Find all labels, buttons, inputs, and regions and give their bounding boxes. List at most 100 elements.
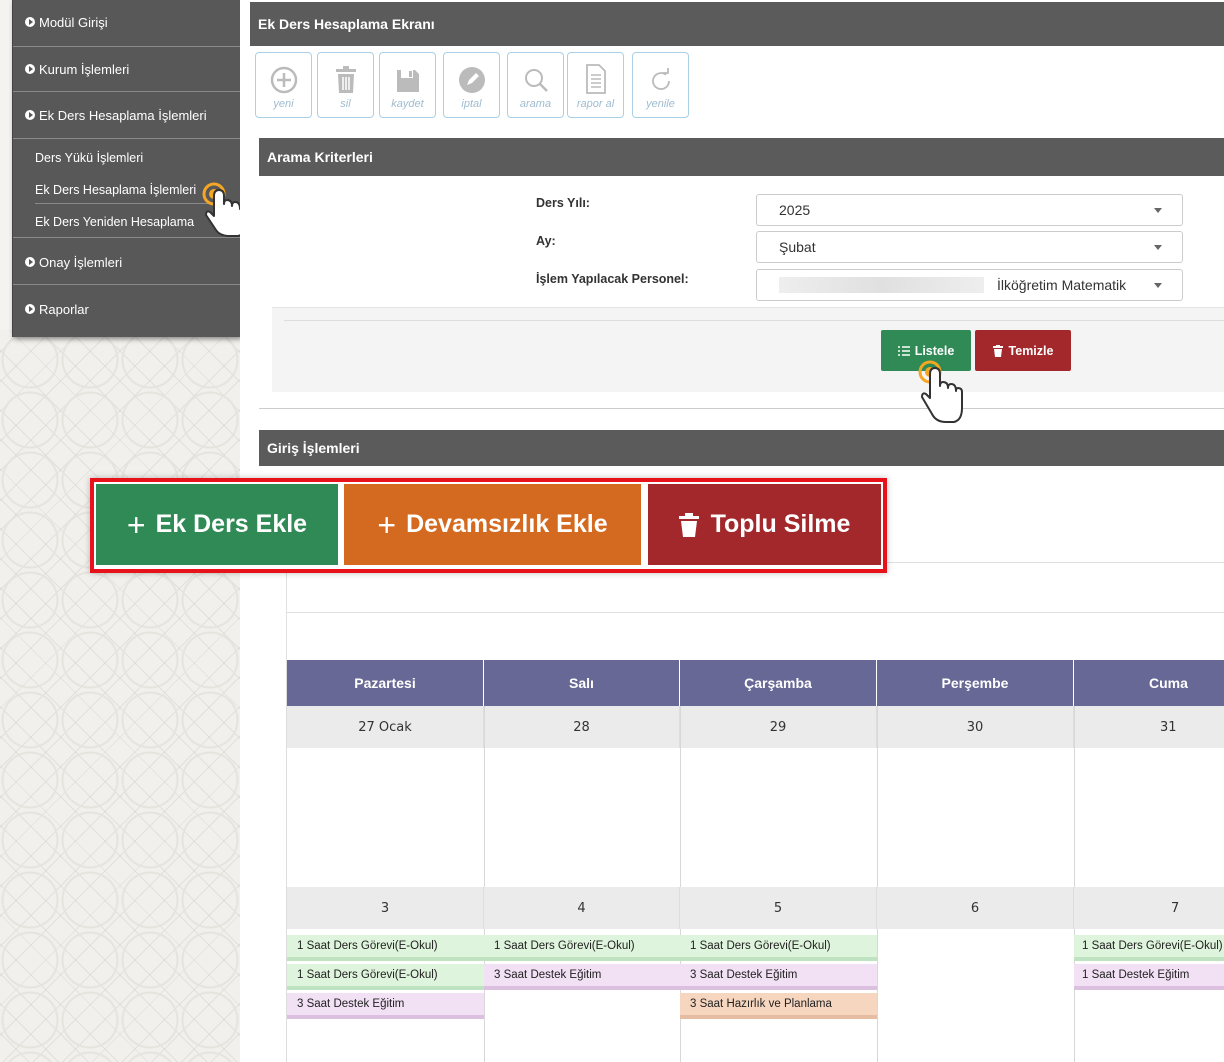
grid-line: [1074, 706, 1075, 1062]
arrow-circle-icon: [25, 64, 35, 74]
personnel-label: İşlem Yapılacak Personel:: [536, 272, 689, 286]
day-number[interactable]: 31: [1074, 706, 1224, 748]
day-number[interactable]: 6: [877, 887, 1074, 929]
calendar-event[interactable]: 1 Saat Ders Görevi(E-Okul): [287, 935, 484, 961]
calendar-event[interactable]: 3 Saat Destek Eğitim: [287, 993, 484, 1019]
save-button[interactable]: kaydet: [379, 52, 436, 118]
year-select[interactable]: 2025: [756, 194, 1183, 226]
page-title: Ek Ders Hesaplama Ekranı: [250, 2, 1224, 46]
day-number[interactable]: 7: [1074, 887, 1224, 929]
sidebar-item-ek-ders-hesaplama[interactable]: Ek Ders Hesaplama İşlemleri: [13, 92, 241, 138]
personnel-select[interactable]: İlköğretim Matematik: [756, 269, 1183, 301]
add-absence-button[interactable]: + Devamsızlık Ekle: [344, 484, 641, 565]
trash-icon: [678, 512, 699, 537]
search-icon: [524, 69, 548, 92]
add-absence-label: Devamsızlık Ekle: [406, 510, 608, 538]
divider: [284, 320, 1224, 321]
day-header-cuma: Cuma: [1074, 660, 1224, 706]
calendar-event[interactable]: 1 Saat Destek Eğitim: [1074, 964, 1224, 990]
background-pattern: [0, 330, 240, 1062]
add-extra-lesson-button[interactable]: + Ek Ders Ekle: [96, 484, 338, 565]
arrow-circle-icon: [25, 257, 35, 267]
year-select-value: 2025: [779, 202, 811, 218]
sidebar-item-raporlar[interactable]: Raporlar: [13, 286, 241, 332]
day-header-persembe: Perşembe: [877, 660, 1074, 706]
trash-icon: [992, 344, 1003, 357]
calendar-event[interactable]: 1 Saat Ders Görevi(E-Okul): [287, 964, 484, 990]
list-icon: [897, 345, 910, 356]
sidebar-item-label: Onay İşlemleri: [39, 254, 123, 270]
grid-line: [877, 706, 878, 1062]
divider: [286, 612, 1224, 613]
divider: [13, 284, 241, 285]
calendar-event[interactable]: 3 Saat Destek Eğitim: [680, 964, 877, 990]
delete-button-label: sil: [340, 98, 351, 110]
day-header-pazartesi: Pazartesi: [287, 660, 484, 706]
day-number[interactable]: 27 Ocak: [287, 706, 484, 748]
screen: Modül Girişi Kurum İşlemleri Ek Ders Hes…: [0, 0, 1224, 1062]
bulk-delete-label: Toplu Silme: [710, 510, 851, 538]
delete-button[interactable]: sil: [317, 52, 374, 118]
arrow-circle-icon: [25, 304, 35, 314]
pointer-hand-icon: [918, 360, 963, 423]
day-header-carsamba: Çarşamba: [680, 660, 877, 706]
year-label: Ders Yılı:: [536, 196, 590, 210]
calendar-event[interactable]: 1 Saat Ders Görevi(E-Okul): [680, 935, 877, 961]
day-number[interactable]: 3: [287, 887, 484, 929]
cancel-button-label: iptal: [461, 98, 482, 110]
calendar-event[interactable]: 3 Saat Destek Eğitim: [484, 964, 680, 990]
cancel-button[interactable]: iptal: [443, 52, 500, 118]
sidebar-item-onay-islemleri[interactable]: Onay İşlemleri: [13, 240, 241, 284]
list-button-label: Listele: [914, 343, 955, 358]
document-icon: [585, 64, 606, 94]
report-button-label: rapor al: [576, 98, 615, 110]
sidebar-item-label: Modül Girişi: [39, 14, 108, 30]
sidebar-item-modul-girisi[interactable]: Modül Girişi: [13, 0, 241, 44]
day-header-sali: Salı: [484, 660, 680, 706]
personnel-select-value: İlköğretim Matematik: [997, 277, 1127, 293]
refresh-icon: [651, 68, 670, 90]
month-select-value: Şubat: [779, 239, 816, 255]
caret-down-icon: [1154, 245, 1162, 250]
refresh-button[interactable]: yenile: [632, 52, 689, 118]
calendar-event[interactable]: 1 Saat Ders Görevi(E-Okul): [484, 935, 680, 961]
sidebar-subitem-ders-yuku[interactable]: Ders Yükü İşlemleri: [13, 151, 241, 165]
plus-icon: +: [126, 506, 146, 543]
caret-down-icon: [1154, 208, 1162, 213]
month-label: Ay:: [536, 234, 556, 248]
sidebar: Modül Girişi Kurum İşlemleri Ek Ders Hes…: [12, 0, 241, 337]
grid-line: [484, 706, 485, 1062]
calendar-event[interactable]: 1 Saat Ders Görevi(E-Okul): [1074, 935, 1224, 961]
clear-button-label: Temizle: [1008, 343, 1054, 358]
sidebar-item-kurum-islemleri[interactable]: Kurum İşlemleri: [13, 47, 241, 91]
refresh-button-label: yenile: [646, 98, 675, 110]
bulk-delete-button[interactable]: Toplu Silme: [648, 484, 881, 565]
day-number[interactable]: 5: [680, 887, 877, 929]
day-number[interactable]: 29: [680, 706, 877, 748]
arrow-circle-icon: [25, 110, 35, 120]
new-button-label: yeni: [273, 98, 294, 110]
trash-icon: [335, 66, 356, 93]
divider: [13, 138, 241, 139]
entry-operations-header: Giriş İşlemleri: [259, 430, 1224, 466]
caret-down-icon: [1154, 283, 1162, 288]
month-select[interactable]: Şubat: [756, 231, 1183, 263]
plus-circle-icon: [270, 66, 297, 94]
add-extra-lesson-label: Ek Ders Ekle: [155, 510, 308, 538]
save-button-label: kaydet: [391, 98, 424, 110]
search-button-label: arama: [519, 98, 552, 110]
divider: [286, 562, 287, 662]
clear-button[interactable]: Temizle: [975, 330, 1071, 371]
day-number[interactable]: 4: [484, 887, 680, 929]
sidebar-item-label: Raporlar: [39, 301, 89, 317]
pencil-circle-icon: [458, 67, 485, 93]
calendar-event[interactable]: 3 Saat Hazırlık ve Planlama: [680, 993, 877, 1019]
report-button[interactable]: rapor al: [567, 52, 624, 118]
sidebar-item-label: Kurum İşlemleri: [39, 61, 130, 77]
sidebar-item-label: Ek Ders Hesaplama İşlemleri: [39, 107, 207, 123]
new-button[interactable]: yeni: [255, 52, 312, 118]
day-number[interactable]: 30: [877, 706, 1074, 748]
search-button[interactable]: arama: [507, 52, 564, 118]
day-number[interactable]: 28: [484, 706, 680, 748]
plus-icon: +: [377, 506, 397, 543]
